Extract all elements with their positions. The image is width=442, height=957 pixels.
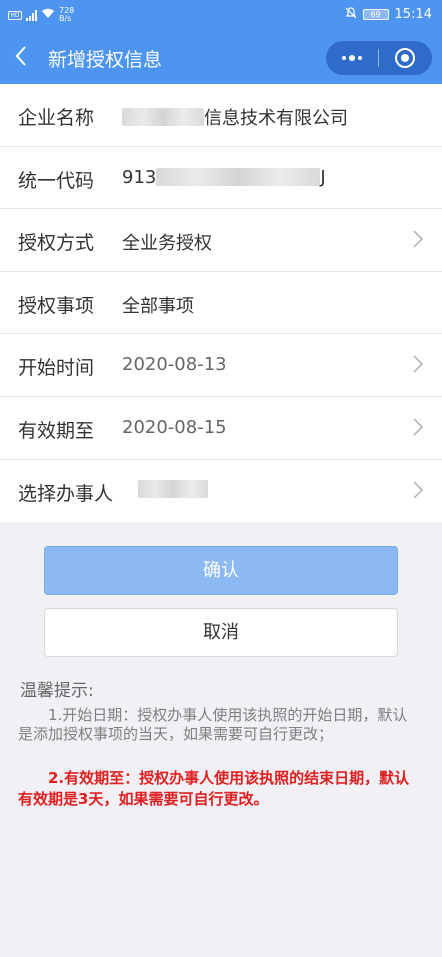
company-name-label: 企业名称 xyxy=(18,107,95,129)
signal-icon xyxy=(26,9,37,21)
status-right: 69 15:14 xyxy=(345,7,432,22)
net-speed: 728 B/s xyxy=(59,7,74,23)
credit-code-prefix: 913 xyxy=(122,166,157,188)
battery-icon: 69 xyxy=(362,9,389,20)
close-miniapp-icon xyxy=(395,48,415,68)
page-title: 新增授权信息 xyxy=(48,49,163,71)
mute-icon xyxy=(345,7,357,22)
row-start-date[interactable]: 开始时间 2020-08-13 xyxy=(0,334,442,397)
header: HD 728 B/s 69 15:14 新增授权信息 xyxy=(0,0,442,84)
chevron-right-icon xyxy=(413,355,424,373)
tip-expiry-date: 2.有效期至：授权办事人使用该执照的结束日期，默认有效期是3天，如果需要可自行更… xyxy=(18,769,410,808)
company-name-visible: 信息技术有限公司 xyxy=(204,108,348,129)
auth-method-value: 全业务授权 xyxy=(122,233,212,255)
auth-method-label: 授权方式 xyxy=(18,232,95,255)
navbar: 新增授权信息 xyxy=(0,32,442,84)
sim-icon: HD xyxy=(8,10,22,20)
redacted-block xyxy=(156,168,321,187)
expiry-date-label: 有效期至 xyxy=(18,419,95,442)
row-auth-items: 授权事项 全部事项 xyxy=(0,272,442,335)
row-credit-code: 统一代码 913 J xyxy=(0,147,442,210)
credit-code-value: 913 J xyxy=(122,167,326,188)
row-expiry-date[interactable]: 有效期至 2020-08-15 xyxy=(0,397,442,460)
more-dots-icon xyxy=(342,56,346,60)
redacted-block xyxy=(138,479,208,498)
row-auth-method[interactable]: 授权方式 全业务授权 xyxy=(0,209,442,272)
confirm-button[interactable]: 确认 xyxy=(44,546,398,595)
credit-code-label: 统一代码 xyxy=(18,169,95,192)
chevron-right-icon xyxy=(413,230,424,248)
status-left: HD 728 B/s xyxy=(8,7,74,23)
chevron-right-icon xyxy=(413,481,424,499)
auth-form: 企业名称 信息技术有限公司 统一代码 913 J 授权方式 全业务授权 授权事项… xyxy=(0,84,442,523)
tips-title: 温馨提示: xyxy=(20,681,94,701)
clock: 15:14 xyxy=(394,7,432,22)
back-button[interactable] xyxy=(14,44,36,70)
more-button[interactable] xyxy=(326,41,378,75)
auth-items-value: 全部事项 xyxy=(122,295,194,317)
select-agent-value xyxy=(138,479,208,498)
auth-items-label: 授权事项 xyxy=(18,294,95,317)
close-miniapp-button[interactable] xyxy=(379,41,431,75)
cancel-button[interactable]: 取消 xyxy=(44,608,398,657)
chevron-left-icon xyxy=(15,46,26,66)
row-select-agent[interactable]: 选择办事人 xyxy=(0,460,442,523)
redacted-block xyxy=(122,108,204,126)
status-bar: HD 728 B/s 69 15:14 xyxy=(0,0,442,32)
row-company-name: 企业名称 信息技术有限公司 xyxy=(0,84,442,147)
wifi-icon xyxy=(41,8,55,22)
credit-code-suffix: J xyxy=(320,166,326,188)
company-name-value: 信息技术有限公司 xyxy=(122,104,348,130)
chevron-right-icon xyxy=(413,418,424,436)
tip-start-date: 1.开始日期：授权办事人使用该执照的开始日期，默认是添加授权事项的当天，如果需要… xyxy=(18,706,408,743)
expiry-date-value: 2020-08-15 xyxy=(122,416,227,438)
miniapp-capsule xyxy=(326,41,432,75)
net-speed-unit: B/s xyxy=(59,14,72,23)
start-date-label: 开始时间 xyxy=(18,357,95,380)
start-date-value: 2020-08-13 xyxy=(122,354,227,376)
select-agent-label: 选择办事人 xyxy=(18,482,114,505)
